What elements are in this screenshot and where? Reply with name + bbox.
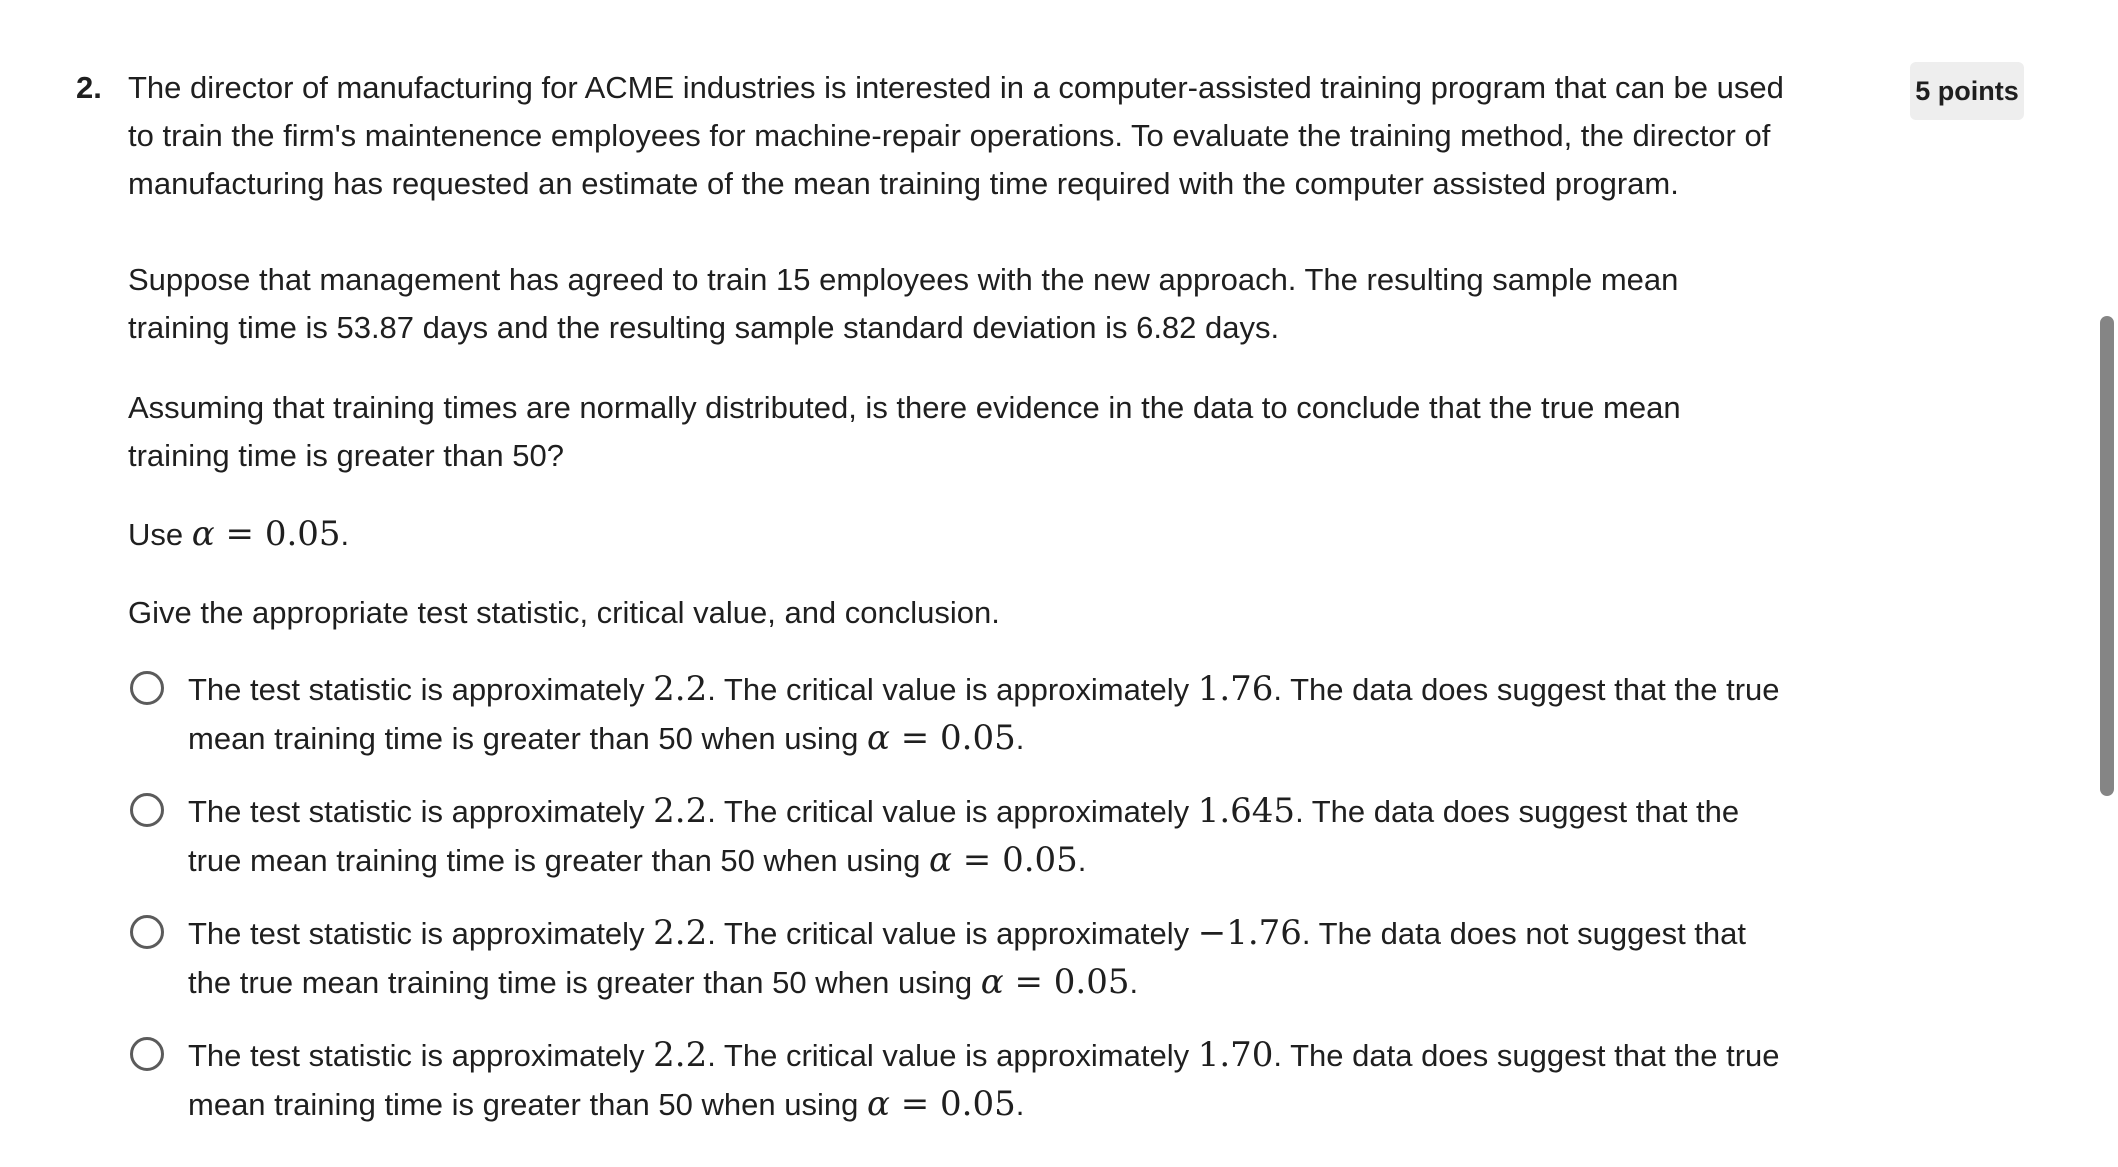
alpha-prefix: Use <box>128 517 192 552</box>
critical-value: 1.645 <box>1197 791 1296 831</box>
alpha-equals: = <box>889 718 941 758</box>
radio-button[interactable] <box>130 915 164 949</box>
alpha-value: 0.05 <box>1053 962 1130 1002</box>
points-badge: 5 points <box>1910 62 2024 120</box>
option-text-end: . <box>1015 1087 1025 1122</box>
scrollbar[interactable] <box>2096 0 2118 1167</box>
option-text-part: The test statistic is approximately <box>188 1038 654 1073</box>
option-text-part: The test statistic is approximately <box>188 794 654 829</box>
question-setup: Suppose that management has agreed to tr… <box>128 262 1679 345</box>
question-body: The director of manufacturing for ACME i… <box>128 64 1788 1153</box>
alpha-suffix: . <box>340 517 350 552</box>
test-statistic-value: 2.2 <box>653 913 708 953</box>
option-text-part: The test statistic is approximately <box>188 672 654 707</box>
critical-value: −1.76 <box>1197 913 1302 953</box>
option-text: The test statistic is approximately 2.2.… <box>188 1031 1788 1129</box>
option-text-part: . The critical value is approximately <box>707 672 1198 707</box>
option-text: The test statistic is approximately 2.2.… <box>188 787 1788 885</box>
radio-button[interactable] <box>130 793 164 827</box>
alpha-value: 0.05 <box>940 1084 1016 1124</box>
option-text-part: . The critical value is approximately <box>707 916 1198 951</box>
alpha-symbol: α <box>191 514 215 554</box>
answer-option-4[interactable]: The test statistic is approximately 2.2.… <box>130 1031 1788 1129</box>
question-prompt: Give the appropriate test statistic, cri… <box>128 595 1000 630</box>
scrollbar-thumb[interactable] <box>2100 316 2114 796</box>
answer-option-2[interactable]: The test statistic is approximately 2.2.… <box>130 787 1788 885</box>
question-intro: The director of manufacturing for ACME i… <box>128 70 1784 201</box>
answer-option-1[interactable]: The test statistic is approximately 2.2.… <box>130 665 1788 763</box>
option-text: The test statistic is approximately 2.2.… <box>188 909 1788 1007</box>
question-text: Assuming that training times are normall… <box>128 390 1681 473</box>
option-text-end: . <box>1077 843 1087 878</box>
alpha-symbol: α <box>866 1084 890 1124</box>
test-statistic-value: 2.2 <box>653 1035 708 1075</box>
alpha-symbol: α <box>980 962 1004 1002</box>
critical-value: 1.70 <box>1197 1035 1274 1075</box>
option-text-part: . The critical value is approximately <box>707 794 1198 829</box>
option-text-end: . <box>1015 721 1025 756</box>
alpha-value: 0.05 <box>940 718 1016 758</box>
answer-options: The test statistic is approximately 2.2.… <box>130 665 1788 1129</box>
alpha-value: 0.05 <box>1002 840 1078 880</box>
radio-button[interactable] <box>130 671 164 705</box>
option-text-part: The test statistic is approximately <box>188 916 654 951</box>
option-text-part: . The critical value is approximately <box>707 1038 1198 1073</box>
alpha-symbol: α <box>928 840 952 880</box>
radio-button[interactable] <box>130 1037 164 1071</box>
option-text: The test statistic is approximately 2.2.… <box>188 665 1788 763</box>
alpha-value: 0.05 <box>264 514 341 554</box>
alpha-equals: = <box>1003 962 1054 1002</box>
test-statistic-value: 2.2 <box>653 669 708 709</box>
alpha-equals: = <box>214 514 265 554</box>
test-statistic-value: 2.2 <box>653 791 708 831</box>
alpha-equals: = <box>951 840 1003 880</box>
alpha-equals: = <box>889 1084 941 1124</box>
alpha-symbol: α <box>866 718 890 758</box>
critical-value: 1.76 <box>1197 669 1274 709</box>
answer-option-3[interactable]: The test statistic is approximately 2.2.… <box>130 909 1788 1007</box>
question-number: 2. <box>76 70 102 105</box>
option-text-end: . <box>1129 965 1139 1000</box>
alpha-line: Use α = 0.05. <box>128 510 1788 559</box>
